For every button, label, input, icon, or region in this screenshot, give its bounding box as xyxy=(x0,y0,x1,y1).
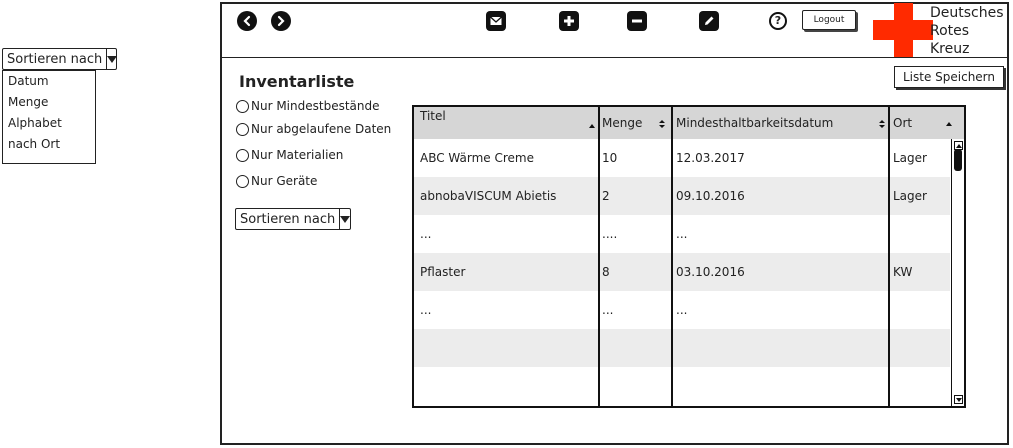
column-header-mhd[interactable]: Mindesthaltbarkeitsdatum xyxy=(676,107,886,139)
table-row[interactable]: ABC Wärme Creme 10 12.03.2017 Lager xyxy=(414,139,950,177)
filter-label: Nur abgelaufene Daten xyxy=(251,122,392,136)
sort-options-menu: Datum Menge Alphabet nach Ort xyxy=(2,70,96,164)
table-row[interactable] xyxy=(414,367,950,405)
table-cell: abnobaVISCUM Abietis xyxy=(420,189,557,203)
column-divider xyxy=(888,107,890,406)
pencil-icon[interactable] xyxy=(699,11,719,31)
radio-icon[interactable] xyxy=(236,148,249,162)
table-cell: Pflaster xyxy=(420,265,466,279)
scroll-thumb[interactable] xyxy=(954,149,962,171)
radio-icon[interactable] xyxy=(236,174,249,188)
column-divider xyxy=(671,107,673,406)
brand-name: Deutsches Rotes Kreuz xyxy=(930,4,1004,58)
table-cell: ABC Wärme Creme xyxy=(420,151,534,165)
table-cell: 12.03.2017 xyxy=(676,151,745,165)
sort-option-alphabet[interactable]: Alphabet xyxy=(3,113,95,134)
table-cell: 8 xyxy=(602,265,610,279)
column-header-label: Mindesthaltbarkeitsdatum xyxy=(676,116,834,130)
table-row[interactable] xyxy=(414,329,950,367)
filter-label: Nur Materialien xyxy=(251,148,344,162)
column-header-titel[interactable]: Titel xyxy=(420,107,598,139)
table-row[interactable]: Pflaster 8 03.10.2016 KW xyxy=(414,253,950,291)
filter-radio[interactable]: Nur Materialien xyxy=(236,148,343,162)
table-cell: KW xyxy=(893,265,913,279)
filter-radio[interactable]: Nur abgelaufene Daten xyxy=(236,122,391,136)
filter-label: Nur Mindestbestände xyxy=(251,99,380,113)
sort-dropdown[interactable]: Sortieren nach xyxy=(235,208,351,230)
chevron-down-icon[interactable] xyxy=(339,209,351,229)
table-cell: ... xyxy=(420,303,432,317)
table-cell: 09.10.2016 xyxy=(676,189,745,203)
sort-dropdown-label: Sortieren nach xyxy=(240,211,336,227)
sort-option-ort[interactable]: nach Ort xyxy=(3,134,95,155)
sort-both-icon[interactable] xyxy=(878,119,886,129)
column-header-ort[interactable]: Ort xyxy=(893,107,953,139)
mail-icon[interactable] xyxy=(486,11,506,31)
table-cell: Lager xyxy=(893,151,927,165)
side-sort-label: Sortieren nach xyxy=(7,51,103,67)
table-cell: .... xyxy=(602,227,618,241)
save-list-button[interactable]: Liste Speichern xyxy=(894,66,1004,88)
table-cell: ... xyxy=(420,227,432,241)
help-icon[interactable]: ? xyxy=(769,12,787,30)
radio-icon[interactable] xyxy=(236,122,249,136)
table-scrollbar[interactable] xyxy=(951,139,964,406)
sort-option-datum[interactable]: Datum xyxy=(3,71,95,92)
column-header-menge[interactable]: Menge xyxy=(602,107,672,139)
table-cell: 2 xyxy=(602,189,610,203)
table-cell: ... xyxy=(602,303,614,317)
page-title: Inventarliste xyxy=(239,72,355,91)
table-row[interactable]: abnobaVISCUM Abietis 2 09.10.2016 Lager xyxy=(414,177,950,215)
table-row[interactable]: .......... xyxy=(414,215,950,253)
filter-label: Nur Geräte xyxy=(251,174,318,188)
plus-icon[interactable] xyxy=(559,11,579,31)
radio-icon[interactable] xyxy=(236,99,249,113)
column-header-label: Titel xyxy=(420,109,446,123)
chevron-down-icon[interactable] xyxy=(106,49,118,69)
table-cell: ... xyxy=(676,303,688,317)
sort-asc-icon[interactable] xyxy=(945,119,953,129)
header-divider xyxy=(220,57,1009,58)
column-header-label: Ort xyxy=(893,116,913,130)
back-icon[interactable] xyxy=(237,11,257,31)
side-sort-dropdown[interactable]: Sortieren nach xyxy=(2,48,118,70)
table-row[interactable]: ......... xyxy=(414,291,950,329)
table-cell: ... xyxy=(676,227,688,241)
forward-icon[interactable] xyxy=(271,11,291,31)
minus-icon[interactable] xyxy=(627,11,647,31)
sort-both-icon[interactable] xyxy=(658,119,666,129)
inventory-table: Titel Menge Mindesthaltbarkeitsdatum Ort… xyxy=(412,105,966,408)
table-cell: 10 xyxy=(602,151,618,165)
column-divider xyxy=(598,107,600,406)
filter-radio[interactable]: Nur Mindestbestände xyxy=(236,99,380,113)
brand-line: Kreuz xyxy=(930,41,970,57)
table-cell: 03.10.2016 xyxy=(676,265,745,279)
red-cross-logo-bar xyxy=(873,20,933,40)
filter-radio[interactable]: Nur Geräte xyxy=(236,174,317,188)
logout-button[interactable]: Logout xyxy=(802,10,856,30)
table-cell: Lager xyxy=(893,189,927,203)
brand-line: Deutsches xyxy=(930,5,1004,21)
sort-option-menge[interactable]: Menge xyxy=(3,92,95,113)
column-header-label: Menge xyxy=(602,116,643,130)
sort-asc-icon[interactable] xyxy=(588,121,596,131)
brand-line: Rotes xyxy=(930,23,970,39)
scroll-down-icon[interactable] xyxy=(954,395,963,404)
